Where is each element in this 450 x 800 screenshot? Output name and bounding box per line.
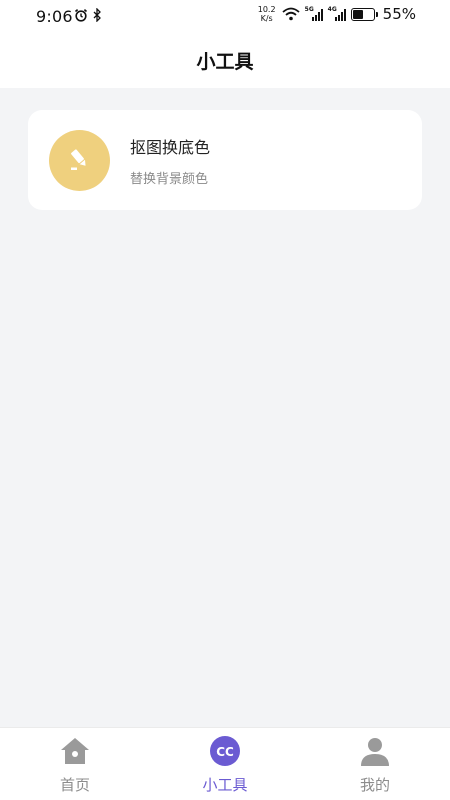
- tool-subtitle: 替换背景颜色: [130, 171, 209, 187]
- battery-percent: 55%: [382, 5, 416, 23]
- status-time: 9:06: [36, 7, 73, 26]
- page-title: 小工具: [196, 50, 254, 73]
- bottom-tab-bar: 首页 CC 小工具 我的: [0, 727, 450, 800]
- tab-tools-label: 小工具: [202, 776, 248, 794]
- alarm-icon: [74, 9, 88, 22]
- bluetooth-icon: [93, 8, 101, 22]
- user-icon: [358, 734, 392, 768]
- signal-4g-icon: 4G: [328, 6, 346, 21]
- battery-icon: [350, 7, 378, 21]
- tab-mine[interactable]: 我的: [300, 728, 450, 800]
- wifi-icon: [282, 7, 300, 21]
- tool-text: 抠图换底色 替换背景颜色: [130, 134, 210, 187]
- tool-title: 抠图换底色: [130, 137, 211, 157]
- svg-text:CC: CC: [216, 745, 234, 759]
- page-header: 小工具: [0, 32, 450, 88]
- status-right-icons: 10.2 K/s 5G 4G 55%: [257, 5, 416, 23]
- status-left-icons: [74, 8, 102, 22]
- network-speed-value: 10.2: [257, 5, 276, 14]
- network-speed-unit: K/s: [260, 14, 273, 23]
- tab-tools[interactable]: CC 小工具: [150, 728, 300, 800]
- signal-5g-icon: 5G: [305, 6, 323, 21]
- network-speed: 10.2 K/s: [257, 5, 277, 23]
- home-icon: [58, 734, 92, 768]
- cc-icon: CC: [208, 734, 242, 768]
- main-content: 抠图换底色 替换背景颜色: [0, 88, 450, 728]
- status-bar: 9:06 10.2 K/s 5G 4G 55%: [0, 0, 450, 32]
- tool-card-cutout[interactable]: 抠图换底色 替换背景颜色: [28, 110, 422, 210]
- tool-icon-circle: [49, 129, 110, 191]
- pen-icon: [70, 149, 86, 170]
- tab-mine-label: 我的: [359, 776, 390, 794]
- tab-home[interactable]: 首页: [0, 728, 150, 800]
- tab-home-label: 首页: [59, 776, 90, 794]
